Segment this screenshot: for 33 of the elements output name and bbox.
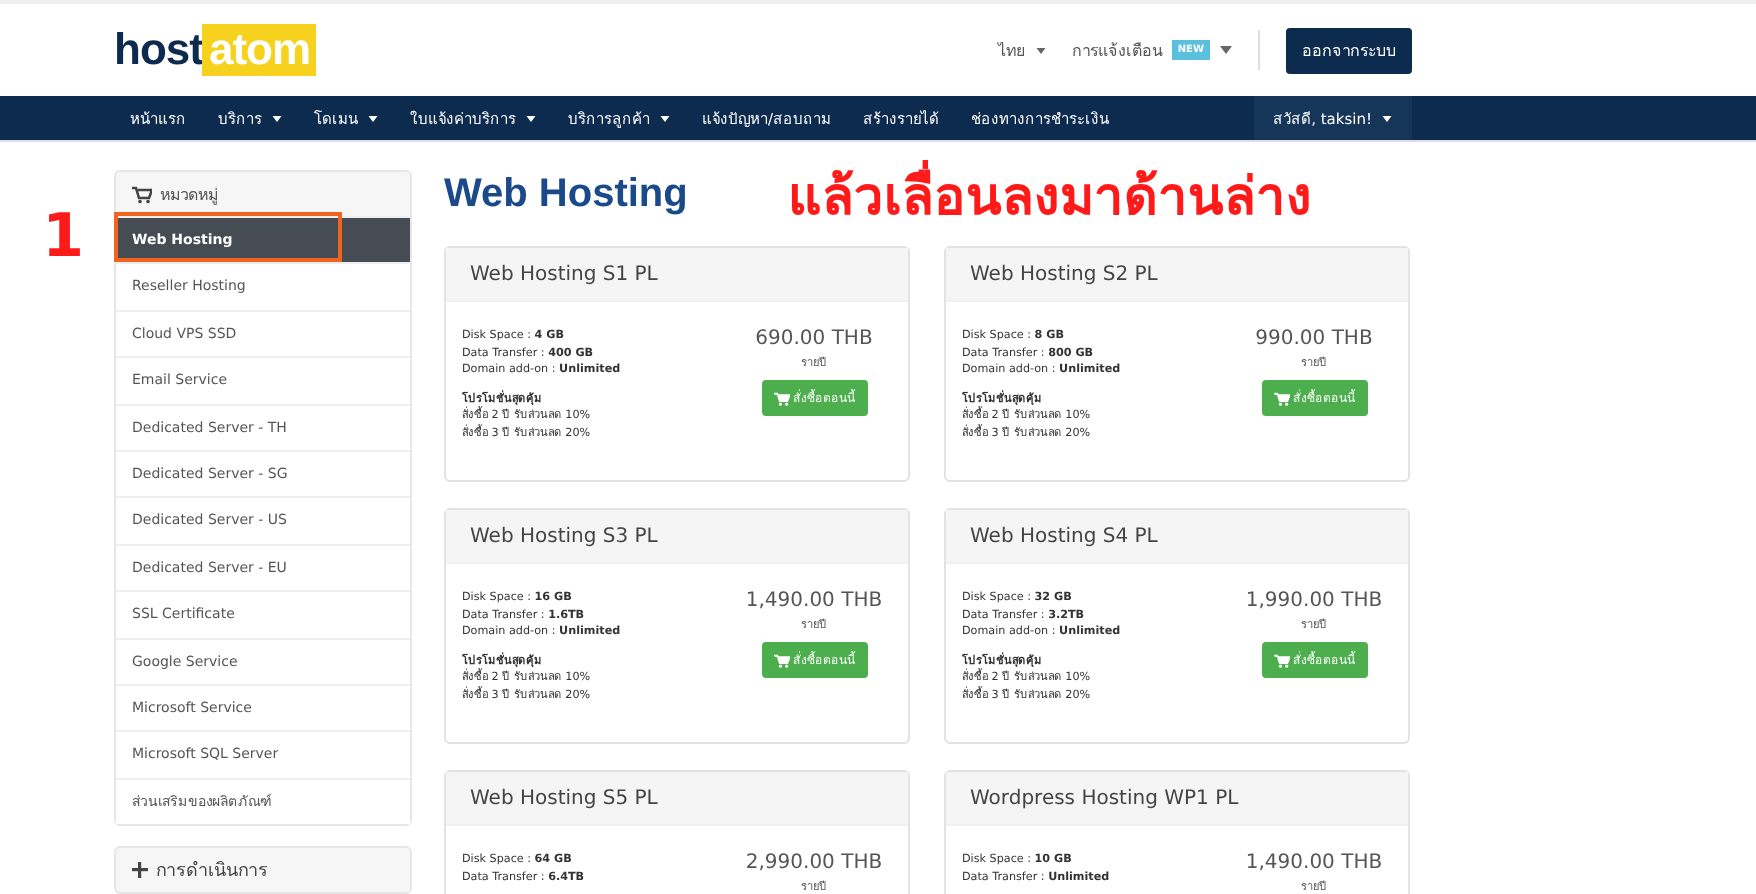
cart-icon [773,391,789,405]
caret-icon [1035,47,1046,53]
price: 1,990.00 THB [1245,590,1383,612]
product-name: Web Hosting S1 PL [470,263,658,285]
plus-icon [132,862,148,879]
caret-icon [660,115,670,121]
caret-icon [272,115,282,121]
caret-icon [526,115,536,121]
annotation-text: แล้วเลื่อนลงมาด้านล่าง [788,153,1312,235]
notifications-menu[interactable]: การแจ้งเตือน [1071,37,1162,63]
price: 1,490.00 THB [745,590,883,612]
product-name: Web Hosting S3 PL [470,525,658,547]
caret-icon [1382,115,1392,121]
logout-button[interactable]: ออกจากระบบ [1286,27,1412,73]
cart-icon [1273,391,1289,405]
panel-title: การดำเนินการ [156,859,268,885]
page-title: Web Hosting [444,171,690,217]
product-name: Web Hosting S5 PL [470,787,658,809]
cart-icon [132,185,152,203]
price: 1,490.00 THB [1245,852,1383,874]
price: 990.00 THB [1255,328,1373,350]
panel-title: หมวดหมู่ [160,183,218,207]
caret-icon [368,115,378,121]
product-name: Wordpress Hosting WP1 PL [970,787,1239,809]
step-number: 1 [40,202,84,274]
language-menu[interactable]: ไทย [997,37,1026,63]
product-name: Web Hosting S4 PL [970,525,1158,547]
price: 690.00 THB [755,328,873,350]
product-name: Web Hosting S2 PL [970,263,1158,285]
price: 2,990.00 THB [745,852,883,874]
cart-icon [773,653,789,667]
cart-icon [1273,653,1289,667]
caret-icon [1220,46,1232,54]
